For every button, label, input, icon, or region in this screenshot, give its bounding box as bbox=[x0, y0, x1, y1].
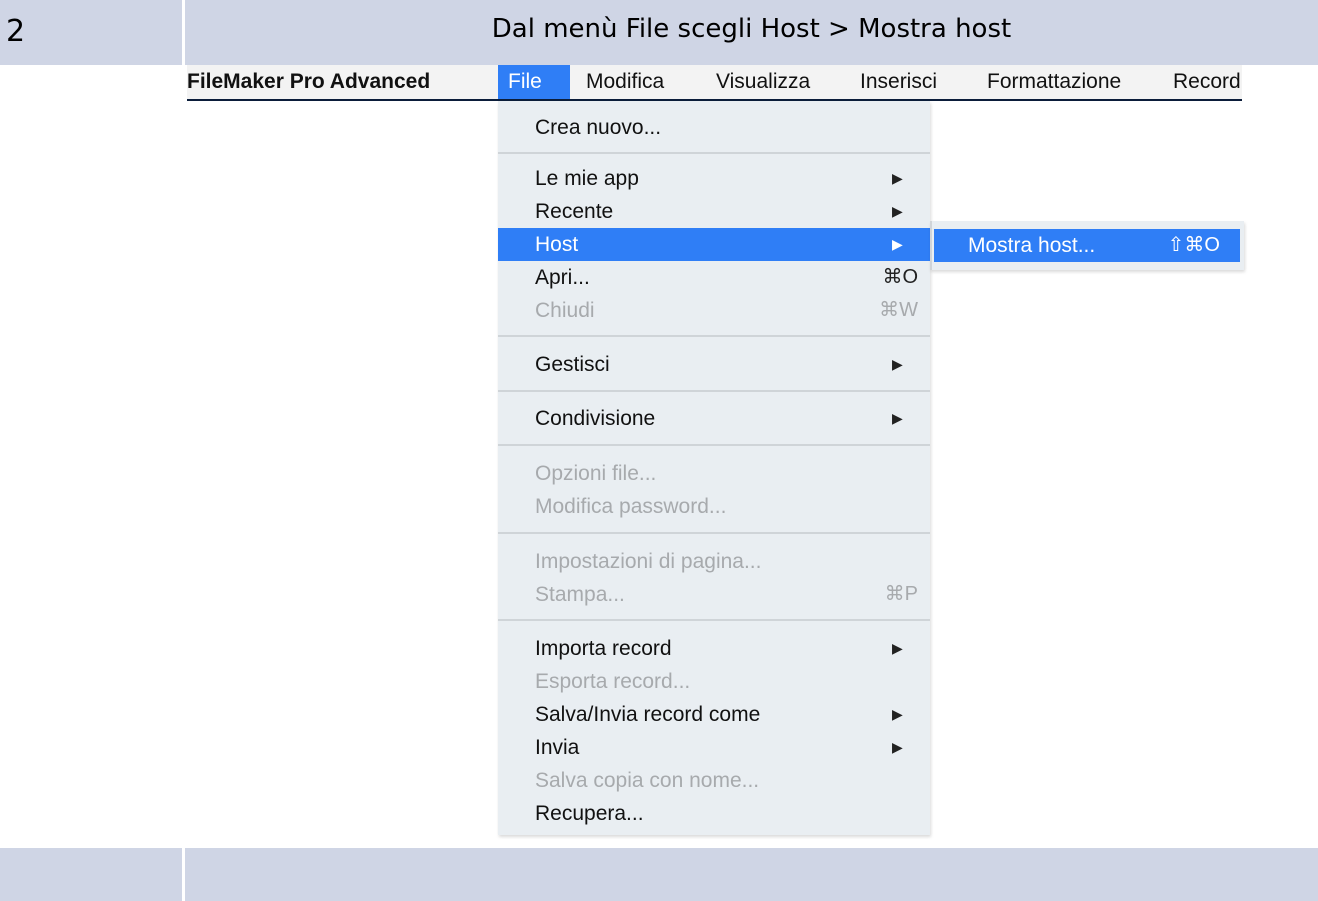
menu-item-shortcut: ⌘O bbox=[882, 266, 918, 288]
menu-item-label: Esporta record... bbox=[535, 670, 691, 693]
menu-record[interactable]: Record bbox=[1163, 65, 1242, 99]
menu-item-invia[interactable]: Invia ▶ bbox=[498, 731, 930, 764]
step-number: 2 bbox=[0, 0, 185, 65]
empty-row bbox=[0, 848, 1318, 901]
menu-separator bbox=[498, 390, 930, 392]
app-menu[interactable]: FileMaker Pro Advanced bbox=[187, 65, 440, 99]
menu-separator bbox=[498, 532, 930, 534]
triangle-right-icon: ▶ bbox=[892, 706, 903, 722]
menu-bar: FileMaker Pro Advanced File Modifica Vis… bbox=[187, 65, 1242, 101]
slide: 2 Dal menù File scegli Host > Mostra hos… bbox=[0, 0, 1318, 901]
menu-item-label: Impostazioni di pagina... bbox=[535, 550, 762, 573]
menu-separator bbox=[498, 619, 930, 621]
menu-item-condivisione[interactable]: Condivisione ▶ bbox=[498, 402, 930, 435]
menu-item-label: Importa record bbox=[535, 637, 672, 660]
empty-cell-left bbox=[0, 848, 185, 901]
menu-item-recente[interactable]: Recente ▶ bbox=[498, 195, 930, 228]
menu-visualizza[interactable]: Visualizza bbox=[706, 65, 820, 99]
menu-item-label: Chiudi bbox=[535, 299, 595, 322]
empty-cell-right bbox=[185, 848, 1318, 901]
menu-item-label: Gestisci bbox=[535, 353, 610, 376]
triangle-right-icon: ▶ bbox=[892, 203, 903, 219]
menu-item-label: Apri... bbox=[535, 266, 590, 289]
menu-item-label: Crea nuovo... bbox=[535, 116, 662, 139]
menu-item-shortcut: ⌘W bbox=[879, 299, 918, 321]
menu-item-importa-record[interactable]: Importa record ▶ bbox=[498, 632, 930, 665]
triangle-right-icon: ▶ bbox=[892, 356, 903, 372]
menu-item-shortcut: ⌘P bbox=[884, 583, 918, 605]
triangle-right-icon: ▶ bbox=[892, 170, 903, 186]
triangle-right-icon: ▶ bbox=[892, 640, 903, 656]
menu-item-label: Le mie app bbox=[535, 167, 639, 190]
menu-item-recupera[interactable]: Recupera... bbox=[498, 797, 930, 830]
menu-separator bbox=[498, 335, 930, 337]
menu-file[interactable]: File bbox=[498, 65, 570, 99]
menu-item-host[interactable]: Host ▶ bbox=[498, 228, 930, 261]
menu-item-esporta-record: Esporta record... bbox=[498, 665, 930, 698]
menu-modifica[interactable]: Modifica bbox=[576, 65, 674, 99]
menu-item-gestisci[interactable]: Gestisci ▶ bbox=[498, 348, 930, 381]
menu-item-crea-nuovo[interactable]: Crea nuovo... bbox=[498, 111, 930, 144]
menu-item-label: Mostra host... bbox=[968, 234, 1096, 257]
host-submenu: Mostra host... ⇧⌘O bbox=[930, 221, 1244, 270]
menu-inserisci[interactable]: Inserisci bbox=[850, 65, 947, 99]
menu-formattazione[interactable]: Formattazione bbox=[977, 65, 1131, 99]
menu-item-stampa: Stampa... ⌘P bbox=[498, 578, 930, 611]
menu-item-label: Salva/Invia record come bbox=[535, 703, 761, 726]
instruction-row: 2 Dal menù File scegli Host > Mostra hos… bbox=[0, 0, 1318, 65]
menu-item-le-mie-app[interactable]: Le mie app ▶ bbox=[498, 162, 930, 195]
menu-item-apri[interactable]: Apri... ⌘O bbox=[498, 261, 930, 294]
menu-item-label: Host bbox=[535, 233, 579, 256]
menu-item-label: Invia bbox=[535, 736, 580, 759]
menu-item-opzioni-file: Opzioni file... bbox=[498, 457, 930, 490]
menu-item-label: Condivisione bbox=[535, 407, 656, 430]
menu-item-label: Recente bbox=[535, 200, 614, 223]
step-instruction: Dal menù File scegli Host > Mostra host bbox=[185, 0, 1318, 65]
triangle-right-icon: ▶ bbox=[892, 410, 903, 426]
menu-item-impostazioni-pagina: Impostazioni di pagina... bbox=[498, 545, 930, 578]
menu-item-mostra-host[interactable]: Mostra host... ⇧⌘O bbox=[934, 229, 1240, 262]
menu-separator bbox=[498, 444, 930, 446]
menu-item-shortcut: ⇧⌘O bbox=[1167, 234, 1220, 256]
menu-item-label: Stampa... bbox=[535, 583, 625, 606]
triangle-right-icon: ▶ bbox=[892, 739, 903, 755]
triangle-right-icon: ▶ bbox=[892, 236, 903, 252]
menu-item-label: Opzioni file... bbox=[535, 462, 657, 485]
file-menu-dropdown: Crea nuovo... Le mie app ▶ Recente ▶ Hos… bbox=[498, 101, 930, 835]
menu-item-label: Salva copia con nome... bbox=[535, 769, 760, 792]
menu-item-label: Recupera... bbox=[535, 802, 644, 825]
menu-item-salva-copia: Salva copia con nome... bbox=[498, 764, 930, 797]
menu-separator bbox=[498, 152, 930, 154]
menu-item-chiudi: Chiudi ⌘W bbox=[498, 294, 930, 327]
menu-item-modifica-password: Modifica password... bbox=[498, 490, 930, 523]
menu-item-salva-invia-record[interactable]: Salva/Invia record come ▶ bbox=[498, 698, 930, 731]
menu-item-label: Modifica password... bbox=[535, 495, 727, 518]
